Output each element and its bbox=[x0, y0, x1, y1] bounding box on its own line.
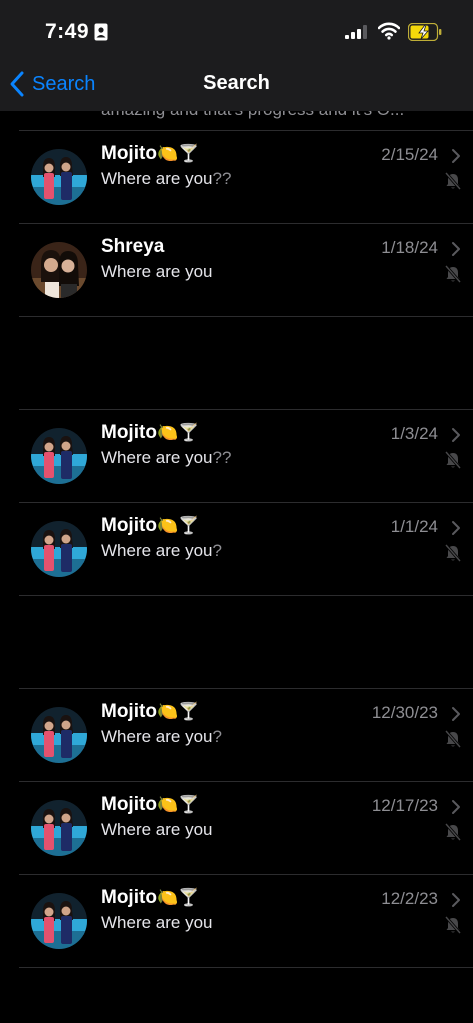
chevron-right-icon bbox=[451, 706, 461, 727]
message-date: 1/1/24 bbox=[390, 517, 438, 536]
bell-slash-icon bbox=[444, 730, 462, 753]
bell-slash-icon bbox=[444, 823, 462, 846]
message-date: 12/2/23 bbox=[381, 889, 438, 908]
chevron-right-icon bbox=[451, 520, 461, 541]
chevron-right-icon bbox=[451, 892, 461, 913]
bell-slash-icon bbox=[444, 916, 462, 939]
top-bar: 7:49 Search Search bbox=[0, 0, 473, 111]
conversation-name-text: Mojito bbox=[101, 422, 157, 443]
conversation-name: Shreya bbox=[101, 236, 164, 258]
bell-slash-icon bbox=[444, 172, 462, 195]
message-preview-text: Where are you bbox=[101, 820, 213, 839]
conversation-emojis: 🍋🍸 bbox=[156, 144, 200, 164]
conversation-row[interactable]: Mojito🍋🍸 Where are you?? 2/15/24 bbox=[0, 131, 473, 223]
avatar bbox=[31, 521, 87, 577]
conversation-name: Mojito🍋🍸 bbox=[101, 422, 199, 444]
nav-bar: Search Search bbox=[0, 60, 473, 110]
message-preview: Where are you? bbox=[101, 541, 222, 561]
status-time: 7:49 bbox=[45, 20, 90, 43]
conversation-name-text: Shreya bbox=[101, 236, 165, 257]
conversation-emojis: 🍋🍸 bbox=[156, 795, 200, 815]
avatar bbox=[31, 428, 87, 484]
message-date: 12/30/23 bbox=[371, 703, 438, 722]
bell-slash-icon bbox=[444, 544, 462, 567]
conversation-row[interactable]: Mojito🍋🍸 Where are you 12/17/23 bbox=[0, 782, 473, 874]
conversation-row[interactable]: Mojito🍋🍸 Where are you?? 1/3/24 bbox=[0, 410, 473, 502]
conversation-emojis: 🍋🍸 bbox=[156, 423, 200, 443]
message-date: 1/18/24 bbox=[381, 238, 438, 257]
battery-charging-icon bbox=[407, 22, 442, 46]
conversation-emojis: 🍋🍸 bbox=[156, 702, 200, 722]
conversation-row[interactable]: Shreya Where are you 1/18/24 bbox=[0, 224, 473, 316]
avatar bbox=[31, 149, 87, 205]
message-preview: Where are you?? bbox=[101, 448, 231, 468]
message-preview-text: Where are you bbox=[101, 727, 213, 746]
conversation-row[interactable]: Mojito🍋🍸 Where are you? 12/30/23 bbox=[0, 689, 473, 781]
conversation-name: Mojito🍋🍸 bbox=[101, 794, 199, 816]
conversation-name: Mojito🍋🍸 bbox=[101, 701, 199, 723]
message-preview-text: Where are you bbox=[101, 913, 213, 932]
avatar bbox=[31, 707, 87, 763]
conversation-name: Mojito🍋🍸 bbox=[101, 887, 199, 909]
conversation-row[interactable]: Mojito🍋🍸 Where are you 12/2/23 bbox=[0, 875, 473, 967]
message-preview-extra: ?? bbox=[212, 448, 232, 467]
conversation-name-text: Mojito bbox=[101, 794, 157, 815]
avatar bbox=[31, 242, 87, 298]
chevron-right-icon bbox=[451, 148, 461, 169]
id-badge-icon bbox=[94, 23, 108, 41]
conversation-name-text: Mojito bbox=[101, 701, 157, 722]
blank-result-row bbox=[0, 317, 473, 409]
message-preview-extra: ? bbox=[212, 727, 222, 746]
conversation-emojis: 🍋🍸 bbox=[156, 888, 200, 908]
page-title: Search bbox=[203, 72, 270, 94]
conversation-name-text: Mojito bbox=[101, 143, 157, 164]
conversation-name: Mojito🍋🍸 bbox=[101, 515, 199, 537]
message-preview: Where are you bbox=[101, 913, 213, 933]
message-preview: Where are you bbox=[101, 820, 213, 840]
blank-result-row bbox=[0, 596, 473, 688]
message-preview-extra: ? bbox=[212, 541, 222, 560]
avatar bbox=[31, 893, 87, 949]
wifi-icon bbox=[377, 22, 401, 45]
message-preview-text: Where are you bbox=[101, 169, 213, 188]
divider bbox=[19, 967, 473, 968]
message-date: 12/17/23 bbox=[371, 796, 438, 815]
message-preview: Where are you?? bbox=[101, 169, 231, 189]
message-preview-extra: ?? bbox=[212, 169, 232, 188]
message-preview-text: Where are you bbox=[101, 541, 213, 560]
conversation-row[interactable]: Mojito🍋🍸 Where are you? 1/1/24 bbox=[0, 503, 473, 595]
chevron-right-icon bbox=[451, 241, 461, 262]
conversation-name: Mojito🍋🍸 bbox=[101, 143, 199, 165]
message-preview: Where are you? bbox=[101, 727, 222, 747]
status-bar: 7:49 bbox=[0, 0, 473, 60]
avatar bbox=[31, 800, 87, 856]
message-preview: Where are you bbox=[101, 262, 213, 282]
search-results-list: amazing and that's progress and it's O..… bbox=[0, 88, 473, 968]
message-date: 2/15/24 bbox=[381, 145, 438, 164]
chevron-right-icon bbox=[451, 799, 461, 820]
message-preview-text: Where are you bbox=[101, 448, 213, 467]
conversation-emojis: 🍋🍸 bbox=[156, 516, 200, 536]
chevron-right-icon bbox=[451, 427, 461, 448]
message-date: 1/3/24 bbox=[390, 424, 438, 443]
bell-slash-icon bbox=[444, 451, 462, 474]
conversation-name-text: Mojito bbox=[101, 515, 157, 536]
bell-slash-icon bbox=[444, 265, 462, 288]
signal-icon bbox=[345, 25, 369, 44]
conversation-name-text: Mojito bbox=[101, 887, 157, 908]
message-preview-text: Where are you bbox=[101, 262, 213, 281]
